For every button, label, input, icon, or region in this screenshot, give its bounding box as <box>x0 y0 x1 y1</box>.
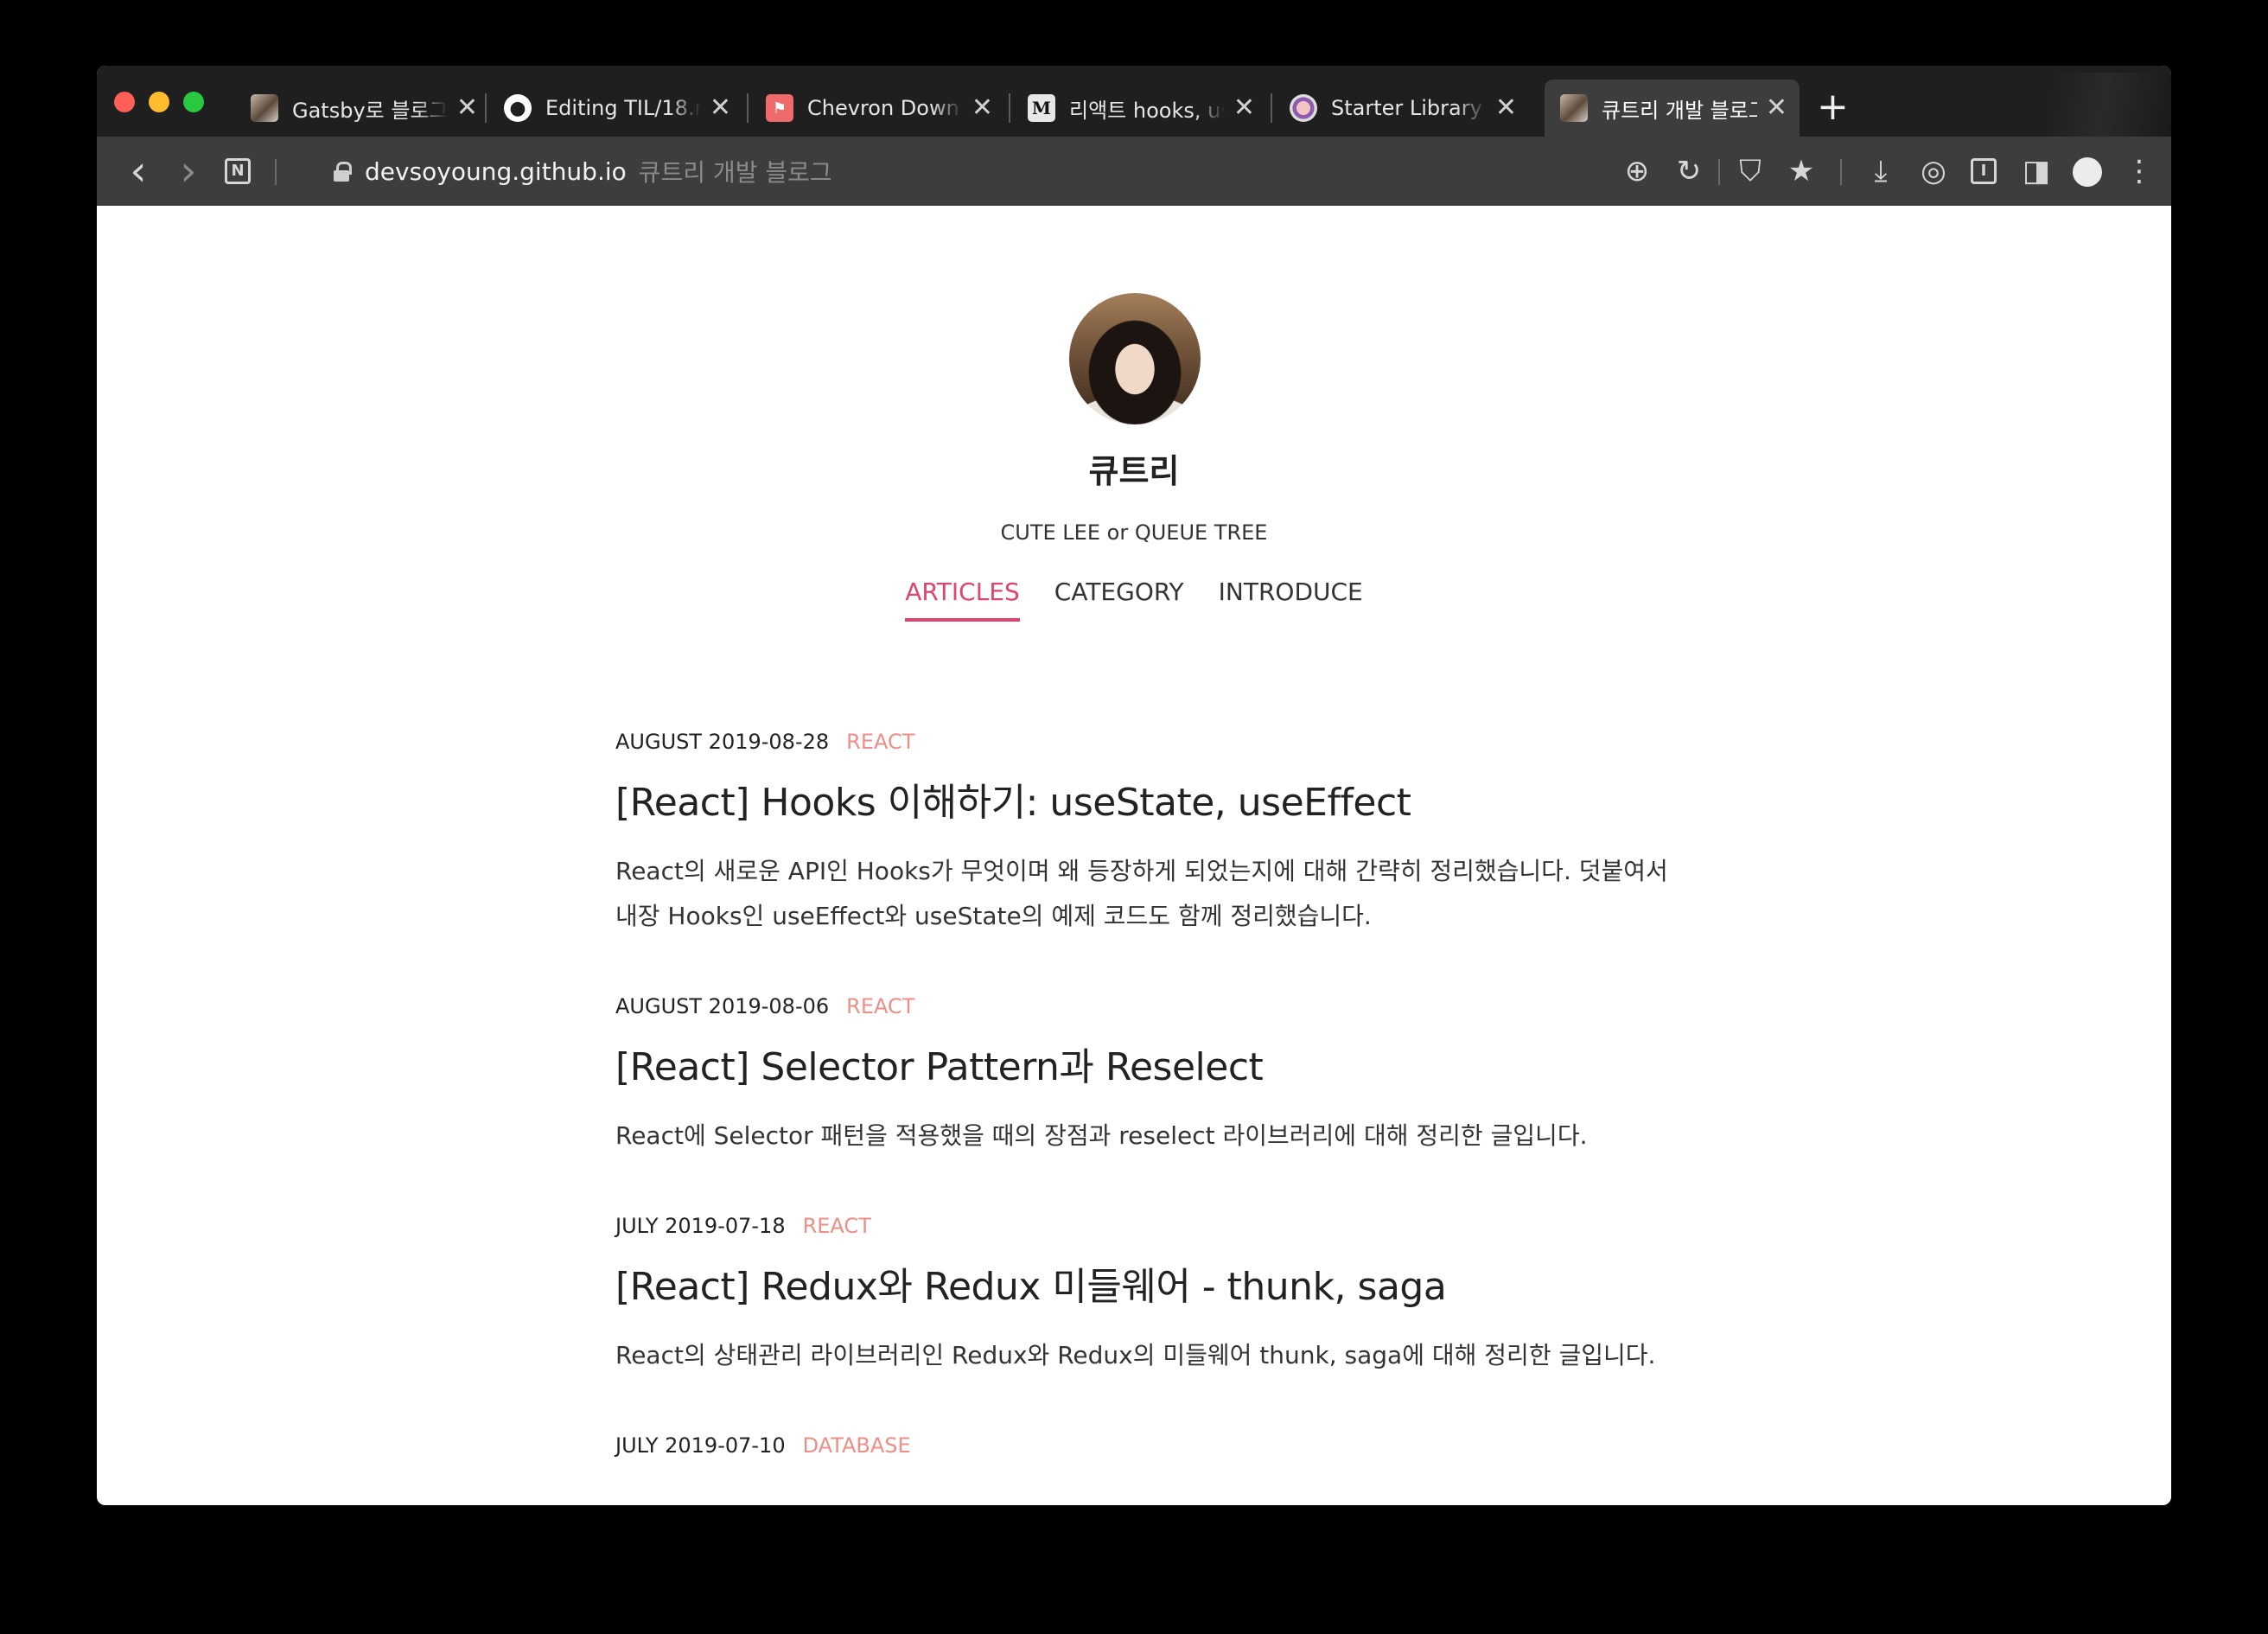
page-content: 큐트리 CUTE LEE or QUEUE TREE ARTICLES CATE… <box>97 206 2171 1505</box>
new-tab-button[interactable]: + <box>1817 88 1849 126</box>
post-item[interactable]: JULY 2019-07-10 DATABASE <box>615 1433 1670 1458</box>
extension-decoration <box>1998 73 2171 137</box>
tab-divider <box>1009 93 1010 123</box>
address-bar[interactable]: devsoyoung.github.io 큐트리 개발 블로그 <box>334 154 832 188</box>
post-date: AUGUST 2019-08-28 <box>615 730 830 754</box>
maximize-window-button[interactable] <box>183 92 204 112</box>
post-item[interactable]: AUGUST 2019-08-06 REACT [React] Selector… <box>615 994 1670 1158</box>
tab-close-icon[interactable]: ✕ <box>710 95 731 121</box>
add-icon[interactable]: ⊕ <box>1620 152 1654 190</box>
blog-description: CUTE LEE or QUEUE TREE <box>1000 520 1268 545</box>
camera-icon[interactable]: ◎ <box>1916 152 1951 190</box>
post-date: JULY 2019-07-10 <box>615 1433 786 1458</box>
post-item[interactable]: JULY 2019-07-18 REACT [React] Redux와 Red… <box>615 1214 1670 1378</box>
url-domain: devsoyoung.github.io <box>365 156 627 186</box>
post-meta: AUGUST 2019-08-28 REACT <box>615 730 1670 754</box>
tab-title: Starter Library | G <box>1331 96 1487 120</box>
post-category[interactable]: DATABASE <box>803 1433 911 1458</box>
post-meta: JULY 2019-07-10 DATABASE <box>615 1433 1670 1458</box>
tab-divider <box>485 93 487 123</box>
flag-icon: ⚑ <box>766 94 793 122</box>
post-title[interactable]: [React] Selector Pattern과 Reselect <box>615 1036 1670 1091</box>
tab-title: 리액트 hooks, use <box>1069 98 1225 123</box>
notion-icon[interactable]: N <box>225 158 251 184</box>
bookmark-star-icon[interactable]: ★ <box>1784 152 1819 190</box>
nav-articles[interactable]: ARTICLES <box>905 578 1020 622</box>
tab-close-icon[interactable]: ✕ <box>1495 95 1517 121</box>
nav-category[interactable]: CATEGORY <box>1054 578 1184 622</box>
forward-icon[interactable]: › <box>173 150 204 192</box>
blog-name: 큐트리 <box>1088 452 1180 490</box>
toolbar-divider <box>275 159 277 185</box>
menu-icon[interactable]: ⋮ <box>2125 152 2154 190</box>
download-icon[interactable]: ⤓ <box>1863 152 1898 190</box>
sidebar-icon[interactable]: ◨ <box>2019 152 2054 190</box>
post-meta: AUGUST 2019-08-06 REACT <box>615 994 1670 1018</box>
tab-title: Gatsby로 블로그 만 <box>292 98 448 123</box>
tab-divider <box>747 93 749 123</box>
browser-tab[interactable]: ⚑ Chevron Down Ic ✕ <box>750 80 1005 137</box>
tab-close-icon[interactable]: ✕ <box>1233 95 1255 121</box>
address-toolbar: ‹ › N devsoyoung.github.io 큐트리 개발 블로그 ⊕ … <box>97 137 2171 206</box>
tab-close-icon[interactable]: ✕ <box>972 95 993 121</box>
toolbar-divider <box>1718 159 1720 185</box>
reader-icon[interactable]: I <box>1971 158 1997 184</box>
browser-tab[interactable]: ● Editing TIL/18.md ✕ <box>488 80 743 137</box>
nav-introduce[interactable]: INTRODUCE <box>1219 578 1363 622</box>
photo-favicon-icon <box>1560 94 1588 122</box>
post-date: AUGUST 2019-08-06 <box>615 994 830 1018</box>
reload-icon[interactable]: ↻ <box>1672 152 1706 190</box>
shield-icon[interactable]: ⛉ <box>1733 152 1768 190</box>
browser-window: Gatsby로 블로그 만 ✕ ● Editing TIL/18.md ✕ ⚑ … <box>97 66 2171 1505</box>
back-icon[interactable]: ‹ <box>123 150 154 192</box>
post-category[interactable]: REACT <box>846 730 914 754</box>
post-description: React에 Selector 패턴을 적용했을 때의 장점과 reselect… <box>615 1121 1588 1150</box>
post-category[interactable]: REACT <box>846 994 914 1018</box>
post-title[interactable]: [React] Redux와 Redux 미들웨어 - thunk, saga <box>615 1255 1670 1311</box>
post-description: React의 상태관리 라이브러리인 Redux와 Redux의 미들웨어 th… <box>615 1341 1656 1369</box>
lock-icon <box>334 162 352 182</box>
medium-icon: M <box>1028 94 1055 122</box>
post-date: JULY 2019-07-18 <box>615 1214 786 1238</box>
tab-close-icon[interactable]: ✕ <box>456 95 478 121</box>
profile-avatar-icon[interactable] <box>2073 157 2102 187</box>
tab-strip: Gatsby로 블로그 만 ✕ ● Editing TIL/18.md ✕ ⚑ … <box>97 66 2171 137</box>
tab-title: Editing TIL/18.md <box>545 96 701 120</box>
toolbar-divider <box>1840 159 1842 185</box>
close-window-button[interactable] <box>114 92 135 112</box>
tab-close-icon[interactable]: ✕ <box>1766 95 1787 121</box>
github-icon: ● <box>504 94 532 122</box>
browser-tab-active[interactable]: 큐트리 개발 블로그 ✕ <box>1545 80 1800 137</box>
post-meta: JULY 2019-07-18 REACT <box>615 1214 1670 1238</box>
url-page-title: 큐트리 개발 블로그 <box>638 158 832 187</box>
browser-tab[interactable]: Starter Library | G ✕ <box>1274 80 1529 137</box>
blog-nav: ARTICLES CATEGORY INTRODUCE <box>97 578 2171 622</box>
post-item[interactable]: AUGUST 2019-08-28 REACT [React] Hooks 이해… <box>615 730 1670 939</box>
post-category[interactable]: REACT <box>803 1214 871 1238</box>
post-description: React의 새로운 API인 Hooks가 무엇이며 왜 등장하게 되었는지에… <box>615 857 1668 930</box>
post-list: AUGUST 2019-08-28 REACT [React] Hooks 이해… <box>615 730 1670 1505</box>
minimize-window-button[interactable] <box>149 92 169 112</box>
starter-icon <box>1290 94 1317 122</box>
browser-tab[interactable]: M 리액트 hooks, use ✕ <box>1012 80 1267 137</box>
photo-favicon-icon <box>251 94 278 122</box>
post-title[interactable]: [React] Hooks 이해하기: useState, useEffect <box>615 771 1670 827</box>
browser-tab[interactable]: Gatsby로 블로그 만 ✕ <box>235 80 490 137</box>
tab-divider <box>1271 93 1272 123</box>
profile-avatar <box>1069 293 1201 424</box>
tab-title: 큐트리 개발 블로그 <box>1602 98 1757 123</box>
tab-title: Chevron Down Ic <box>807 96 963 120</box>
